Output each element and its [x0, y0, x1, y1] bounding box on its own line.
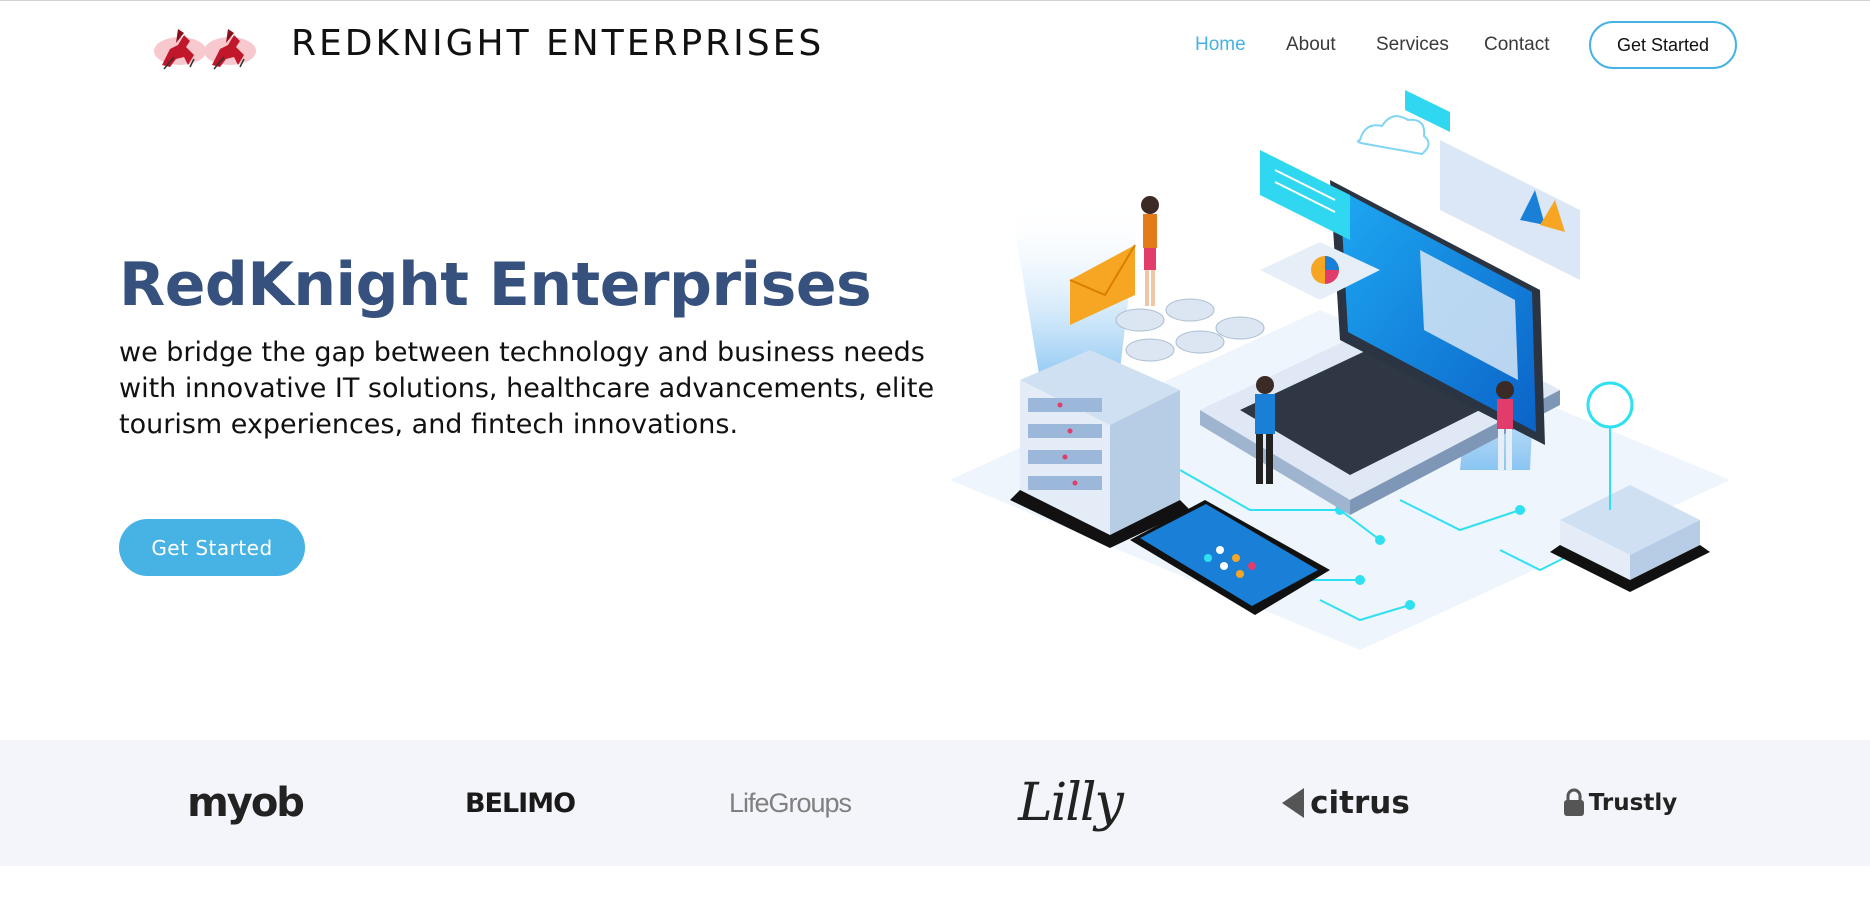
nav-services[interactable]: Services [1376, 34, 1449, 56]
client-logo-trustly-text: Trustly [1588, 790, 1678, 816]
nav-about[interactable]: About [1286, 34, 1336, 56]
client-logo-citrus-text: citrus [1310, 785, 1410, 821]
client-logo-belimo: BELIMO [464, 787, 576, 819]
client-logo-trustly: Trustly [1555, 740, 1685, 866]
hero-description: we bridge the gap between technology and… [119, 337, 935, 440]
hero-title: RedKnight Enterprises [119, 250, 872, 320]
hero-get-started-button[interactable]: Get Started [119, 519, 305, 576]
nav-contact[interactable]: Contact [1484, 34, 1549, 56]
client-logo-lifegroups: LifeGroups [728, 787, 852, 818]
nav-home[interactable]: Home [1195, 34, 1246, 56]
client-logo-myob: myob [187, 780, 305, 826]
horse-riders-logo-icon[interactable] [150, 21, 262, 77]
client-logo-lilly: Lilly [1018, 773, 1124, 833]
site-header: REDKNIGHT ENTERPRISES Home About Service… [0, 1, 1870, 91]
header-get-started-button[interactable]: Get Started [1589, 21, 1737, 69]
brand-name[interactable]: REDKNIGHT ENTERPRISES [291, 23, 824, 64]
clients-strip: myob BELIMO LifeGroups Lilly citrus Trus… [0, 740, 1870, 866]
lock-icon [1563, 788, 1584, 816]
isometric-laptop-network-illustration-icon [950, 90, 1730, 650]
citrus-mark-icon [1282, 788, 1305, 818]
client-logo-citrus: citrus [1280, 740, 1410, 866]
